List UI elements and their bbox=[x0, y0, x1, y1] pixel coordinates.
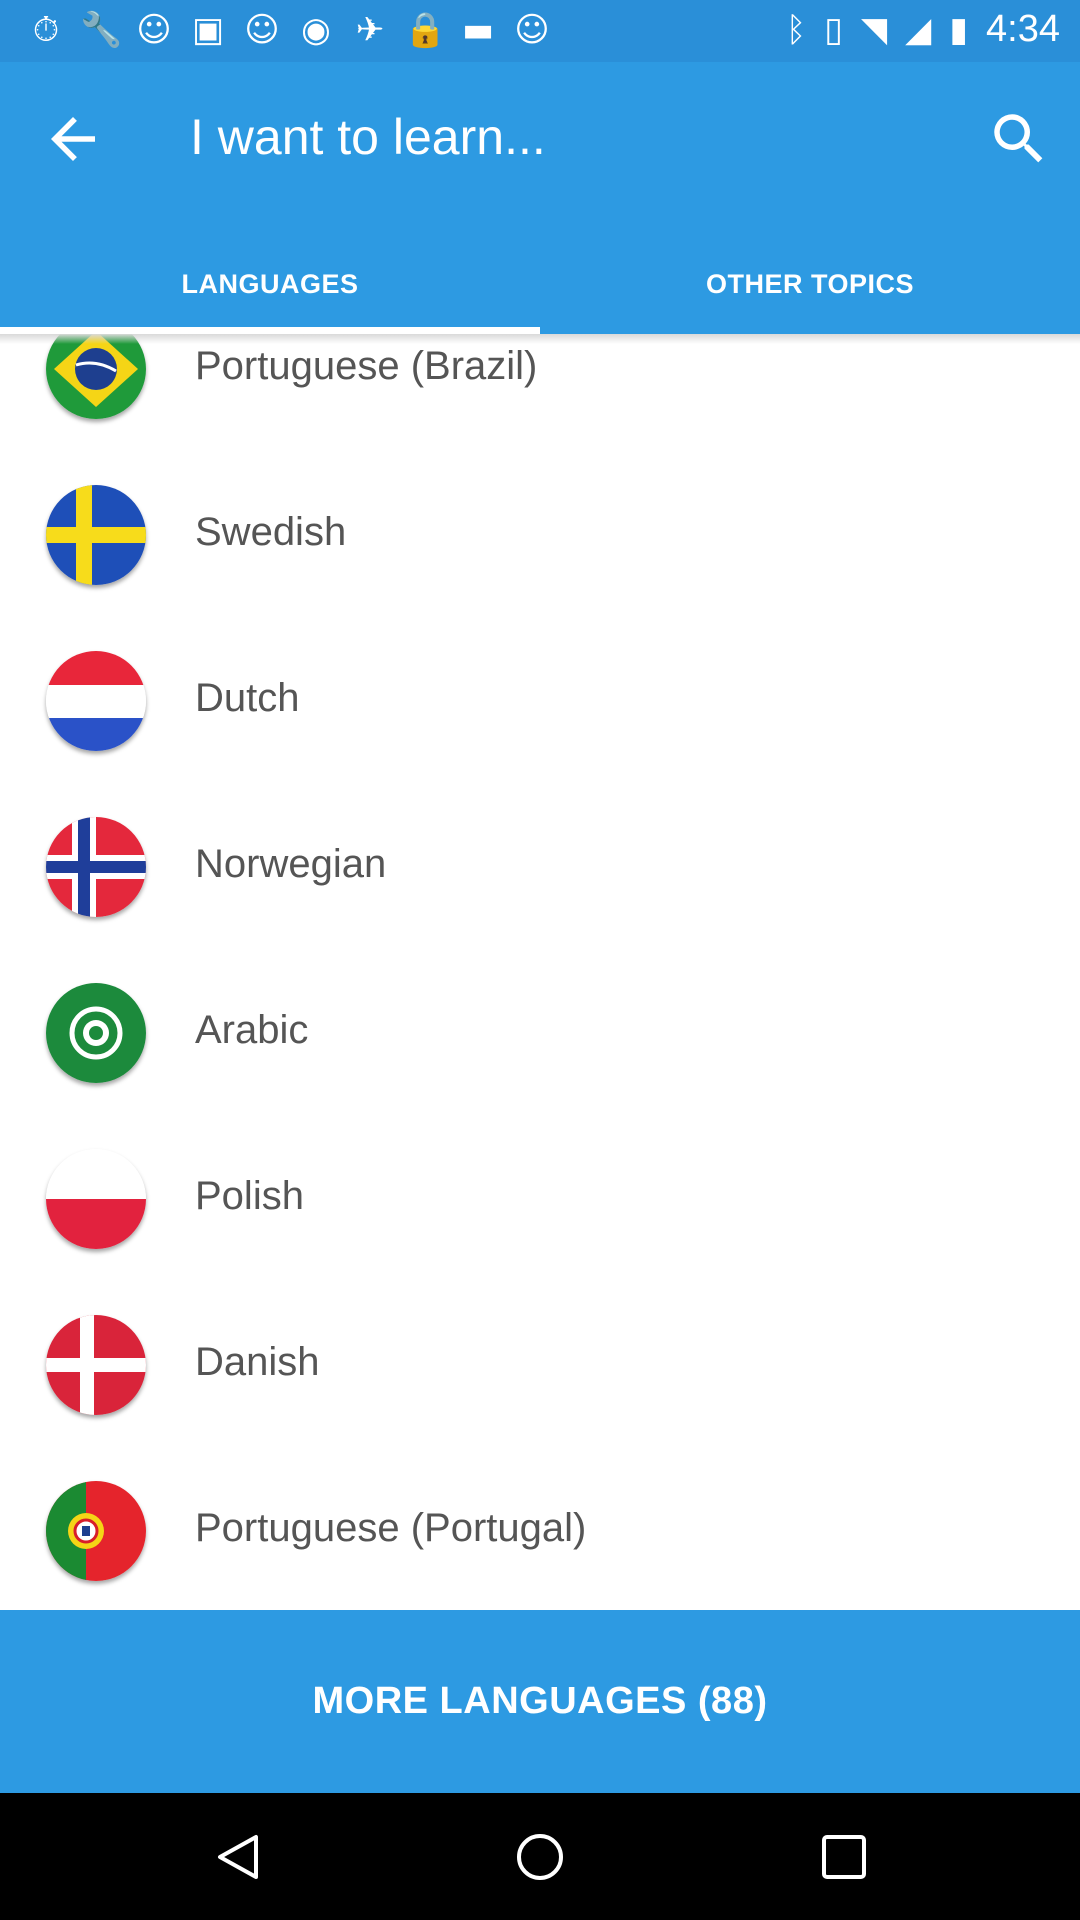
language-label: Danish bbox=[195, 1340, 320, 1384]
sweden-flag-icon bbox=[46, 485, 146, 585]
netherlands-flag-icon bbox=[46, 651, 146, 751]
app-bar-shadow bbox=[0, 334, 1080, 344]
bluetooth-icon: ᛒ bbox=[785, 9, 807, 50]
wifi-icon: ◥ bbox=[861, 9, 888, 50]
language-item-polish[interactable]: Polish bbox=[0, 1114, 1080, 1280]
smiley-icon: ☺ bbox=[244, 10, 280, 50]
language-label: Polish bbox=[195, 1174, 304, 1218]
wrench-icon: 🔧 bbox=[80, 10, 123, 50]
app-bar: I want to learn... LANGUAGES OTHER TOPIC… bbox=[0, 62, 1080, 334]
denmark-flag-icon bbox=[46, 1315, 146, 1415]
language-label: Arabic bbox=[195, 1008, 309, 1052]
language-list: Portuguese (Brazil) Swedish Dutch Norweg… bbox=[0, 334, 1080, 1610]
smiley-icon: ☺ bbox=[514, 10, 550, 50]
vibrate-icon: ▯ bbox=[824, 9, 843, 50]
status-time: 4:34 bbox=[986, 8, 1060, 50]
page-title: I want to learn... bbox=[190, 109, 546, 165]
brazil-flag-icon bbox=[46, 334, 146, 419]
arab-league-flag-icon bbox=[46, 983, 146, 1083]
language-item-dutch[interactable]: Dutch bbox=[0, 616, 1080, 782]
tab-other-topics[interactable]: OTHER TOPICS bbox=[540, 234, 1080, 334]
language-label: Dutch bbox=[195, 676, 300, 720]
poll-icon: ◉ bbox=[301, 10, 331, 50]
language-item-portuguese-brazil[interactable]: Portuguese (Brazil) bbox=[0, 334, 1080, 450]
back-arrow-icon bbox=[51, 117, 95, 161]
language-label: Swedish bbox=[195, 510, 347, 554]
flipboard-icon: ▣ bbox=[191, 10, 225, 50]
lock-icon: 🔒 bbox=[404, 10, 447, 50]
language-label: Portuguese (Portugal) bbox=[195, 1506, 587, 1550]
tab-bar: LANGUAGES OTHER TOPICS bbox=[0, 234, 1080, 334]
search-button[interactable] bbox=[986, 106, 1052, 172]
status-bar: ⏱ 🔧 ☺ ▣ ☺ ◉ ✈ 🔒 ▬ ☺ ᛒ ▯ ◥ ◢ ▮ 4:34 bbox=[0, 0, 1080, 62]
recents-nav-icon[interactable] bbox=[818, 1831, 870, 1883]
back-nav-icon[interactable] bbox=[212, 1831, 264, 1883]
language-item-norwegian[interactable]: Norwegian bbox=[0, 782, 1080, 948]
timer-icon: ⏱ bbox=[32, 10, 60, 50]
smiley-icon: ☺ bbox=[136, 10, 172, 50]
battery-icon: ▮ bbox=[949, 9, 969, 50]
poland-flag-icon bbox=[46, 1149, 146, 1249]
fake-gps-icon: ✈ bbox=[355, 10, 385, 50]
language-item-portuguese-portugal[interactable]: Portuguese (Portugal) bbox=[0, 1446, 1080, 1610]
signal-icon: ◢ bbox=[905, 9, 932, 50]
language-label: Norwegian bbox=[195, 842, 387, 886]
portugal-flag-icon bbox=[46, 1481, 146, 1581]
tab-languages[interactable]: LANGUAGES bbox=[0, 234, 540, 334]
navigation-bar bbox=[0, 1793, 1080, 1920]
language-item-swedish[interactable]: Swedish bbox=[0, 450, 1080, 616]
home-nav-icon[interactable] bbox=[514, 1831, 566, 1883]
language-item-danish[interactable]: Danish bbox=[0, 1280, 1080, 1446]
language-label: Portuguese (Brazil) bbox=[195, 344, 538, 388]
more-languages-button[interactable]: MORE LANGUAGES (88) bbox=[0, 1610, 1080, 1793]
back-button[interactable] bbox=[40, 106, 106, 172]
norway-flag-icon bbox=[46, 817, 146, 917]
chat-icon: ▬ bbox=[461, 10, 495, 50]
language-item-arabic[interactable]: Arabic bbox=[0, 948, 1080, 1114]
search-icon bbox=[994, 114, 1043, 163]
